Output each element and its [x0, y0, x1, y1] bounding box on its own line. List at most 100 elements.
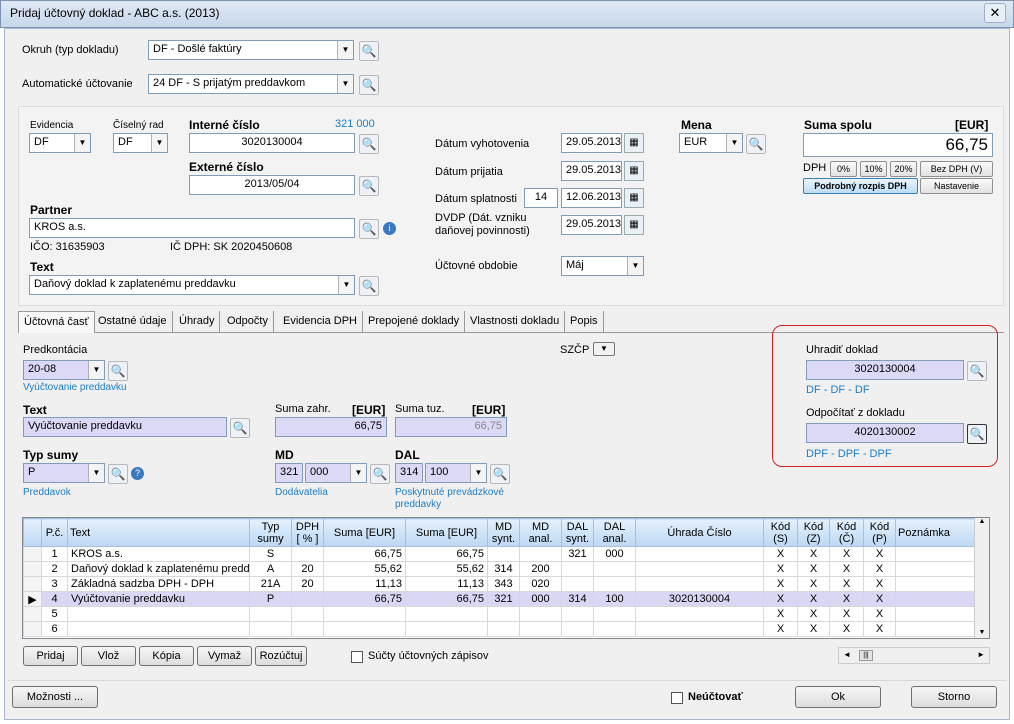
- table-cell[interactable]: 321: [487, 591, 520, 607]
- table-cell[interactable]: [67, 621, 250, 637]
- row-indicator[interactable]: [23, 621, 42, 637]
- table-cell[interactable]: [519, 606, 562, 622]
- suma-tuz-input[interactable]: 66,75: [395, 417, 507, 437]
- table-row[interactable]: 3 Základná sadzba DPH - DPH 21A 20 11,13 11,1…: [23, 576, 976, 592]
- table-cell[interactable]: X: [863, 606, 896, 622]
- table-cell[interactable]: [249, 621, 292, 637]
- bez-dph-button[interactable]: Bez DPH (V): [920, 161, 993, 177]
- search-icon[interactable]: 🔍: [359, 75, 379, 95]
- table-cell[interactable]: 11,13: [405, 576, 488, 592]
- table-cell[interactable]: [291, 546, 324, 562]
- dal-synt-input[interactable]: 314: [395, 463, 423, 483]
- table-cell[interactable]: [635, 546, 764, 562]
- vymaz-button[interactable]: Vymaž: [197, 646, 252, 666]
- scroll-left-icon[interactable]: ◄: [843, 650, 851, 659]
- table-cell[interactable]: 3020130004: [635, 591, 764, 607]
- dph-20-button[interactable]: 20%: [890, 161, 917, 177]
- table-cell[interactable]: X: [763, 621, 798, 637]
- search-icon[interactable]: 🔍: [490, 464, 510, 484]
- col-header[interactable]: DAL anal.: [593, 518, 636, 547]
- vloz-button[interactable]: Vlož: [81, 646, 136, 666]
- md-synt-input[interactable]: 321: [275, 463, 303, 483]
- table-cell[interactable]: 314: [561, 591, 594, 607]
- table-cell[interactable]: P: [249, 591, 292, 607]
- table-cell[interactable]: 1: [41, 546, 68, 562]
- table-cell[interactable]: X: [797, 561, 830, 577]
- table-cell[interactable]: 3: [41, 576, 68, 592]
- table-cell[interactable]: [593, 561, 636, 577]
- table-cell[interactable]: [405, 621, 488, 637]
- ok-button[interactable]: Ok: [795, 686, 881, 708]
- table-cell[interactable]: [895, 606, 976, 622]
- table-cell[interactable]: X: [797, 546, 830, 562]
- table-cell[interactable]: [635, 606, 764, 622]
- row-indicator[interactable]: [23, 546, 42, 562]
- calendar-icon[interactable]: ▦: [624, 161, 644, 181]
- moznosti-button[interactable]: Možnosti ...: [12, 686, 98, 708]
- search-icon[interactable]: 🔍: [108, 361, 128, 381]
- neuctovat-checkbox[interactable]: [671, 692, 683, 704]
- nastavenie-button[interactable]: Nastavenie: [920, 178, 993, 194]
- dph-10-button[interactable]: 10%: [860, 161, 887, 177]
- sucty-checkbox[interactable]: [351, 651, 363, 663]
- table-cell[interactable]: [895, 546, 976, 562]
- col-header[interactable]: Kód (Z): [797, 518, 830, 547]
- table-cell[interactable]: KROS a.s.: [67, 546, 250, 562]
- col-header[interactable]: Poznámka: [895, 518, 976, 547]
- table-cell[interactable]: X: [829, 576, 864, 592]
- search-icon[interactable]: 🔍: [746, 134, 766, 154]
- calendar-icon[interactable]: ▦: [624, 215, 644, 235]
- table-cell[interactable]: [635, 561, 764, 577]
- table-cell[interactable]: [405, 606, 488, 622]
- table-cell[interactable]: Základná sadzba DPH - DPH: [67, 576, 250, 592]
- tab-evidencia-dph[interactable]: Evidencia DPH: [278, 311, 363, 333]
- table-cell[interactable]: X: [863, 546, 896, 562]
- table-cell[interactable]: X: [763, 561, 798, 577]
- col-header[interactable]: Úhrada Číslo: [635, 518, 764, 547]
- col-header[interactable]: Suma [EUR]: [323, 518, 406, 547]
- row-indicator[interactable]: [23, 576, 42, 592]
- table-cell[interactable]: A: [249, 561, 292, 577]
- table-cell[interactable]: 20: [291, 576, 324, 592]
- table-cell[interactable]: [895, 621, 976, 637]
- table-cell[interactable]: [561, 606, 594, 622]
- mena-select[interactable]: EUR ▼: [679, 133, 743, 153]
- tab-uctovna-cast[interactable]: Účtovná časť: [18, 311, 95, 333]
- col-header[interactable]: P.č.: [41, 518, 68, 547]
- table-cell[interactable]: [593, 606, 636, 622]
- table-cell[interactable]: 11,13: [323, 576, 406, 592]
- table-cell[interactable]: X: [797, 591, 830, 607]
- grid-vertical-scrollbar[interactable]: ▲ ▼: [974, 518, 989, 638]
- table-cell[interactable]: [291, 621, 324, 637]
- table-cell[interactable]: X: [829, 591, 864, 607]
- search-icon[interactable]: 🔍: [108, 464, 128, 484]
- dat-splat-input[interactable]: 12.06.2013: [561, 188, 622, 208]
- table-cell[interactable]: X: [797, 576, 830, 592]
- auto-select[interactable]: 24 DF - S prijatým preddavkom ▼: [148, 74, 354, 94]
- rozpis-dph-button[interactable]: Podrobný rozpis DPH: [803, 178, 918, 194]
- acc-text-input[interactable]: Vyúčtovanie preddavku: [23, 417, 227, 437]
- col-header[interactable]: Typ sumy: [249, 518, 292, 547]
- partner-input[interactable]: KROS a.s.: [29, 218, 355, 238]
- search-icon[interactable]: 🔍: [359, 176, 379, 196]
- calendar-icon[interactable]: ▦: [624, 188, 644, 208]
- table-cell[interactable]: 6: [41, 621, 68, 637]
- col-header[interactable]: MD anal.: [519, 518, 562, 547]
- ciselny-select[interactable]: DF ▼: [113, 133, 168, 153]
- text-select[interactable]: Daňový doklad k zaplatenému preddavku ▼: [29, 275, 355, 295]
- dal-anal-select[interactable]: 100 ▼: [425, 463, 487, 483]
- table-cell[interactable]: [895, 561, 976, 577]
- search-icon[interactable]: 🔍: [230, 418, 250, 438]
- table-cell[interactable]: X: [763, 606, 798, 622]
- grid-horizontal-scrollbar[interactable]: ◄ ||| ►: [838, 647, 990, 664]
- table-cell[interactable]: X: [763, 576, 798, 592]
- table-cell[interactable]: [561, 561, 594, 577]
- table-cell[interactable]: [561, 621, 594, 637]
- scroll-down-icon[interactable]: ▼: [975, 629, 989, 636]
- table-cell[interactable]: X: [829, 621, 864, 637]
- table-cell[interactable]: Vyúčtovanie preddavku: [67, 591, 250, 607]
- tab-odpocty[interactable]: Odpočty: [222, 311, 274, 333]
- table-cell[interactable]: [593, 576, 636, 592]
- table-cell[interactable]: X: [763, 591, 798, 607]
- search-icon[interactable]: 🔍: [967, 361, 987, 381]
